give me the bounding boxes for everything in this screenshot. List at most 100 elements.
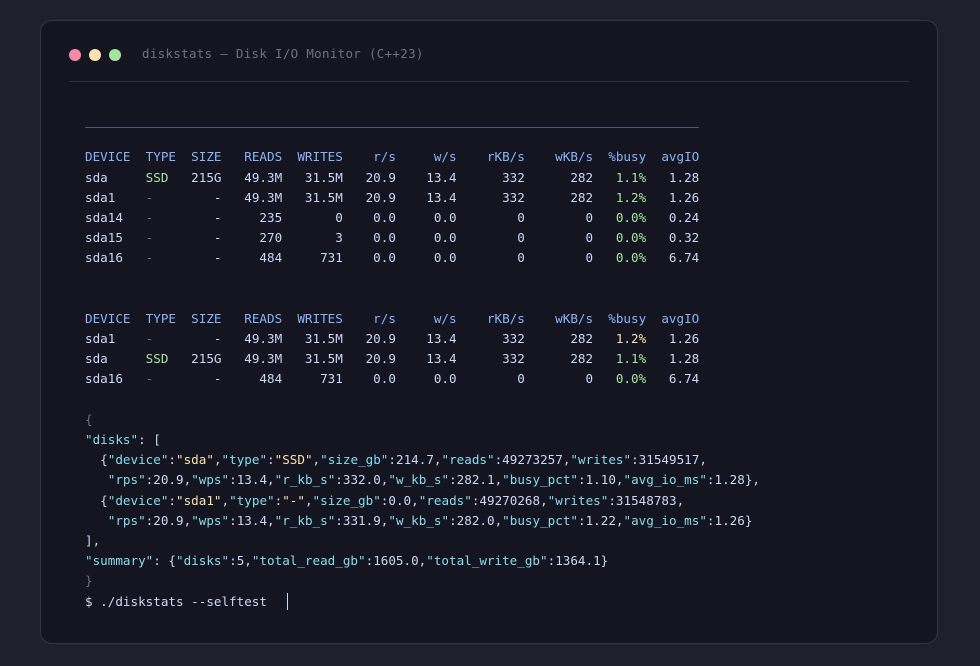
terminal-window: diskstats — Disk I/O Monitor (C++23) DEV… (40, 20, 938, 644)
table-cell: 332 (456, 331, 525, 347)
table-cell: - (145, 230, 184, 246)
table-cell: sda (85, 169, 146, 185)
table-cell: 0.0 (395, 250, 457, 266)
table-cell: 1.28 (646, 351, 700, 367)
minimize-button[interactable] (89, 49, 101, 61)
table-cell: SSD (145, 169, 184, 185)
table-cell: 0.0 (342, 250, 396, 266)
table-cell: 20.9 (342, 331, 396, 347)
table-cell: sda16 (85, 371, 146, 387)
close-button[interactable] (69, 49, 81, 61)
banner (85, 97, 927, 117)
table-cell: 49.3M (229, 169, 283, 185)
column-header: WRITES (282, 310, 343, 326)
table-cell: 31.5M (282, 189, 343, 205)
table-cell: 0.0% (593, 209, 647, 225)
table-cell: 332 (456, 351, 525, 367)
table-cell: 0.32 (646, 230, 700, 246)
table-cell: 0 (524, 250, 594, 266)
table-cell: 1.2% (593, 331, 647, 347)
title-divider (69, 81, 909, 82)
command-line (85, 390, 927, 410)
table-cell: 0.0 (395, 209, 457, 225)
json-text: "rps":20.9,"wps":13.4,"r_kb_s":332.0,"w_… (107, 472, 760, 488)
table-cell: 0 (456, 371, 525, 387)
table-cell: 0.0 (342, 209, 396, 225)
json-line: "rps":20.9,"wps":13.4,"r_kb_s":331.9,"w_… (85, 511, 927, 531)
table-cell: - (183, 209, 230, 225)
table-cell: sda16 (85, 250, 146, 266)
json-brace: { (85, 411, 93, 427)
json-line: } (85, 571, 927, 591)
table-cell: 0.0 (342, 371, 396, 387)
table-cell: 1.26 (646, 331, 700, 347)
table-cell: 731 (282, 371, 343, 387)
devices-count (85, 269, 927, 289)
json-text: "rps":20.9,"wps":13.4,"r_kb_s":331.9,"w_… (107, 512, 753, 528)
table-row: sda SSD 215G 49.3M 31.5M 20.9 13.4 332 2… (85, 349, 927, 369)
json-line: {"device":"sda1","type":"-","size_gb":0.… (85, 491, 927, 511)
table-cell: - (145, 189, 184, 205)
window-title: diskstats — Disk I/O Monitor (C++23) (142, 46, 424, 61)
table-cell: - (183, 371, 230, 387)
table2-header-row: DEVICE TYPE SIZE READS WRITES r/s w/s rK… (85, 309, 927, 329)
table-cell: 3 (282, 230, 343, 246)
table-cell: 215G (183, 351, 230, 367)
json-text: {"device":"sda1","type":"-","size_gb":0.… (85, 492, 685, 508)
title-bar: diskstats — Disk I/O Monitor (C++23) (41, 21, 937, 82)
table-cell: 6.74 (646, 371, 700, 387)
table-cell: sda14 (85, 209, 146, 225)
table-cell: 0 (524, 371, 594, 387)
table-cell: - (145, 250, 184, 266)
table-row: sda1 - - 49.3M 31.5M 20.9 13.4 332 282 1… (85, 188, 927, 208)
table-cell: sda15 (85, 230, 146, 246)
table-cell: 20.9 (342, 169, 396, 185)
table-cell: 20.9 (342, 189, 396, 205)
table-cell: 0.24 (646, 209, 700, 225)
column-header: READS (229, 149, 283, 165)
table-cell: 0.0% (593, 250, 647, 266)
table-cell: 0.0% (593, 371, 647, 387)
table-cell: sda (85, 351, 146, 367)
table-cell: 0.0 (395, 230, 457, 246)
table-row: sda1 - - 49.3M 31.5M 20.9 13.4 332 282 1… (85, 329, 927, 349)
table-cell: - (145, 209, 184, 225)
table-cell: 332 (456, 169, 525, 185)
column-header: w/s (395, 149, 457, 165)
column-header: DEVICE (85, 149, 146, 165)
column-header: %busy (593, 310, 647, 326)
column-header: avgIO (646, 149, 700, 165)
table-cell: - (183, 331, 230, 347)
table-cell: 731 (282, 250, 343, 266)
divider-rule (85, 127, 699, 129)
table-cell: 215G (183, 169, 230, 185)
table-cell: 31.5M (282, 331, 343, 347)
table-cell: 1.26 (646, 189, 700, 205)
table1-header-row: DEVICE TYPE SIZE READS WRITES r/s w/s rK… (85, 147, 927, 167)
table-cell: 49.3M (229, 331, 283, 347)
column-header: READS (229, 310, 283, 326)
table-cell: 0.0 (342, 230, 396, 246)
table-row: sda16 - - 484 731 0.0 0.0 0 0 0.0% 6.74 (85, 369, 927, 389)
json-line: "disks": [ (85, 430, 927, 450)
column-header: TYPE (145, 149, 184, 165)
table-cell: SSD (145, 351, 184, 367)
json-text: "disks": [ (85, 432, 161, 447)
table-row: sda16 - - 484 731 0.0 0.0 0 0 0.0% 6.74 (85, 248, 927, 268)
table-cell: 0 (456, 250, 525, 266)
table-cell: 0.0 (395, 371, 457, 387)
terminal-output[interactable]: DEVICE TYPE SIZE READS WRITES r/s w/s rK… (85, 97, 927, 632)
command-line: $ ./diskstats --selftest (85, 592, 927, 612)
table-cell: 282 (524, 351, 594, 367)
table-cell: 31.5M (282, 351, 343, 367)
table-cell: - (145, 331, 184, 347)
table-cell: 282 (524, 331, 594, 347)
json-line: "rps":20.9,"wps":13.4,"r_kb_s":332.0,"w_… (85, 470, 927, 490)
table-cell: 332 (456, 189, 525, 205)
table-cell: - (183, 230, 230, 246)
command-text: $ ./diskstats --selftest (85, 593, 267, 609)
table-cell: 49.3M (229, 351, 283, 367)
maximize-button[interactable] (109, 49, 121, 61)
table-cell: 1.1% (593, 351, 647, 367)
table-cell: - (183, 189, 230, 205)
